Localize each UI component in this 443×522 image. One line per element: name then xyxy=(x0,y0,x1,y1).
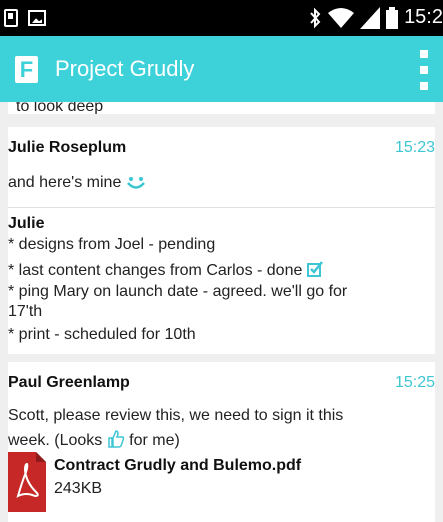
attachment-size: 243KB xyxy=(54,480,103,497)
gallery-icon xyxy=(28,10,46,26)
message-line: 17'th xyxy=(8,303,43,320)
bluetooth-icon xyxy=(310,7,321,28)
message-text-content: and here's mine xyxy=(8,174,122,191)
attachment-row[interactable]: Contract Grudly and Bulemo.pdf 243KB xyxy=(8,440,435,522)
message-card[interactable]: Julie Roseplum 15:23 and here's mine Jul… xyxy=(8,127,435,354)
divider xyxy=(8,207,435,208)
wifi-icon xyxy=(328,7,355,28)
pdf-icon xyxy=(8,452,46,512)
previous-message-text: to look deep xyxy=(16,102,104,114)
message-time: 15:25 xyxy=(394,374,435,391)
message-line: * ping Mary on launch date - agreed. we'… xyxy=(8,283,348,300)
overflow-menu-icon[interactable] xyxy=(417,50,431,90)
attachment-name[interactable]: Contract Grudly and Bulemo.pdf xyxy=(54,457,301,475)
message-line: * print - scheduled for 10th xyxy=(8,326,196,343)
sender-name: Paul Greenlamp xyxy=(8,374,130,391)
message-line-content: * last content changes from Carlos - don… xyxy=(8,262,303,279)
signal-icon xyxy=(360,6,381,29)
sender-name: Julie xyxy=(8,215,45,232)
status-time: 15:2 xyxy=(404,6,443,28)
message-time: 15:23 xyxy=(394,139,435,156)
message-list[interactable]: to look deep Julie Roseplum 15:23 and he… xyxy=(0,102,443,522)
previous-message: to look deep xyxy=(8,102,435,114)
status-bar: 15:2 xyxy=(0,0,443,36)
app-bar: F Project Grudly xyxy=(0,36,443,102)
app-title: Project Grudly xyxy=(55,56,195,81)
check-icon xyxy=(306,261,323,277)
app-logo-icon[interactable]: F xyxy=(15,56,38,83)
message-line: Scott, please review this, we need to si… xyxy=(8,407,344,424)
battery-icon xyxy=(386,6,399,29)
smile-icon xyxy=(126,176,145,189)
notification-icon xyxy=(4,9,18,27)
message-line: * last content changes from Carlos - don… xyxy=(8,261,323,281)
sender-name: Julie Roseplum xyxy=(8,139,127,156)
message-line: * designs from Joel - pending xyxy=(8,236,216,253)
message-text: and here's mine xyxy=(8,173,146,193)
